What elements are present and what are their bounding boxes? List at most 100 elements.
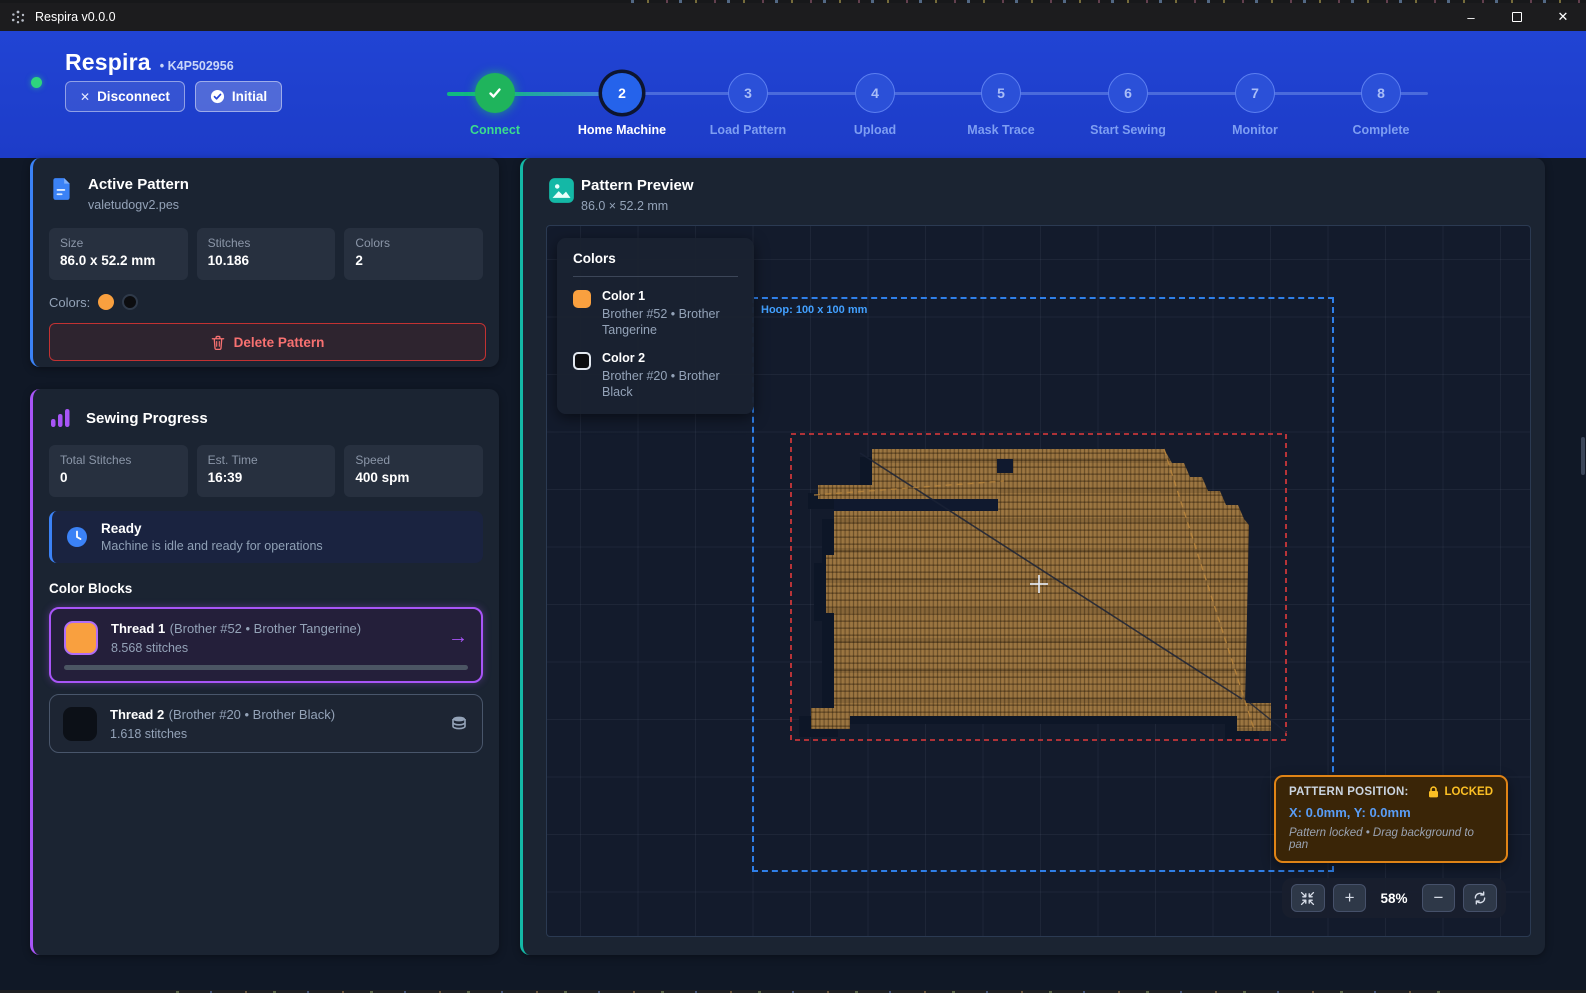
thread-1-row[interactable]: Thread 1 (Brother #52 • Brother Tangerin… <box>49 607 483 683</box>
thread-2-detail: (Brother #20 • Brother Black) <box>169 707 335 722</box>
app-header: Respira • K4P502956 ✕ Disconnect Initial <box>0 31 1586 158</box>
database-icon <box>449 714 469 734</box>
stat-colors-label: Colors <box>355 236 472 250</box>
stat-total-stitches-value: 0 <box>60 470 177 485</box>
thread-2-swatch <box>63 707 97 741</box>
legend-divider <box>573 276 738 277</box>
stat-total-stitches: Total Stitches 0 <box>49 445 188 497</box>
stat-colors: Colors 2 <box>344 228 483 280</box>
zoom-out-button[interactable]: − <box>1422 884 1456 912</box>
step-8-label: Complete <box>1311 123 1451 137</box>
window-scrollbar-thumb[interactable] <box>1581 437 1585 475</box>
app-window: Respira v0.0.0 – ✕ Respira • K4P502956 ✕… <box>0 0 1586 993</box>
pattern-preview-card: Pattern Preview 86.0 × 52.2 mm Hoop: 100… <box>520 158 1545 955</box>
zoom-toolbar: + 58% − <box>1282 878 1506 918</box>
initial-button[interactable]: Initial <box>195 81 282 112</box>
stat-speed-value: 400 spm <box>355 470 472 485</box>
legend-color2-desc: Brother #20 • Brother Black <box>602 368 738 401</box>
close-button[interactable]: ✕ <box>1540 3 1586 31</box>
step-6-label: Start Sewing <box>1058 123 1198 137</box>
lock-icon <box>1428 786 1439 798</box>
thread-1-detail: (Brother #52 • Brother Tangerine) <box>170 621 361 636</box>
zoom-in-button[interactable]: + <box>1333 884 1367 912</box>
stat-size-value: 86.0 x 52.2 mm <box>60 253 177 268</box>
minimize-button[interactable]: – <box>1448 3 1494 31</box>
active-pattern-title: Active Pattern <box>88 176 189 193</box>
delete-pattern-button[interactable]: Delete Pattern <box>49 323 486 361</box>
stat-speed: Speed 400 spm <box>344 445 483 497</box>
step-7-label: Monitor <box>1185 123 1325 137</box>
document-icon <box>49 176 75 202</box>
thread-2-stitches: 1.618 stitches <box>110 727 335 741</box>
legend-color1-name: Color 1 <box>602 289 738 303</box>
check-icon <box>486 84 504 102</box>
stat-stitches: Stitches 10.186 <box>197 228 336 280</box>
brand-title: Respira <box>65 49 151 76</box>
sewing-progress-title: Sewing Progress <box>86 410 208 427</box>
thread-2-row[interactable]: Thread 2 (Brother #20 • Brother Black) 1… <box>49 694 483 753</box>
status-title: Ready <box>101 521 323 536</box>
reset-view-button[interactable] <box>1463 884 1497 912</box>
bar-chart-icon <box>49 407 73 429</box>
step-8-circle: 8 <box>1361 73 1401 113</box>
color-swatch-orange <box>98 294 114 310</box>
disconnect-label: Disconnect <box>97 89 170 104</box>
zoom-level: 58% <box>1374 891 1413 906</box>
titlebar[interactable]: Respira v0.0.0 – ✕ <box>0 3 1586 31</box>
status-description: Machine is idle and ready for operations <box>101 539 323 553</box>
step-1-circle <box>475 73 515 113</box>
step-4-circle: 4 <box>855 73 895 113</box>
step-4-label: Upload <box>805 123 945 137</box>
active-pattern-card: Active Pattern valetudogv2.pes Size 86.0… <box>30 158 499 367</box>
step-3-label: Load Pattern <box>678 123 818 137</box>
disconnect-button[interactable]: ✕ Disconnect <box>65 81 185 112</box>
stat-est-time: Est. Time 16:39 <box>197 445 336 497</box>
step-2-label: Home Machine <box>552 123 692 137</box>
connection-status-dot <box>31 77 42 88</box>
stat-size-label: Size <box>60 236 177 250</box>
stat-size: Size 86.0 x 52.2 mm <box>49 228 188 280</box>
legend-swatch-1 <box>573 290 591 308</box>
color-blocks-heading: Color Blocks <box>49 581 483 596</box>
stat-total-stitches-label: Total Stitches <box>60 453 177 467</box>
thread-1-swatch <box>64 621 98 655</box>
step-6-circle: 6 <box>1108 73 1148 113</box>
image-icon <box>548 177 575 204</box>
colors-legend: Colors Color 1 Brother #52 • Brother Tan… <box>557 238 754 414</box>
legend-color2-name: Color 2 <box>602 351 738 365</box>
maximize-button[interactable] <box>1494 3 1540 31</box>
sewing-progress-card: Sewing Progress Total Stitches 0 Est. Ti… <box>30 389 499 955</box>
pattern-dimensions: 86.0 × 52.2 mm <box>581 199 668 213</box>
legend-color1-desc: Brother #52 • Brother Tangerine <box>602 306 738 339</box>
stat-est-time-value: 16:39 <box>208 470 325 485</box>
stat-speed-label: Speed <box>355 453 472 467</box>
compress-icon <box>1299 890 1316 907</box>
color-swatch-black <box>122 294 138 310</box>
pattern-position-label: PATTERN POSITION: <box>1289 786 1409 798</box>
check-circle-icon <box>210 89 225 104</box>
legend-swatch-2 <box>573 352 591 370</box>
legend-item-color1: Color 1 Brother #52 • Brother Tangerine <box>573 289 738 339</box>
trash-icon <box>211 335 225 350</box>
legend-title: Colors <box>573 251 738 266</box>
thread-2-name: Thread 2 <box>110 707 164 722</box>
locked-badge: LOCKED <box>1444 786 1493 798</box>
step-5-circle: 5 <box>981 73 1021 113</box>
step-3-circle: 3 <box>728 73 768 113</box>
clock-icon <box>66 526 88 548</box>
fit-to-view-button[interactable] <box>1291 884 1325 912</box>
initial-label: Initial <box>232 89 267 104</box>
preview-canvas[interactable]: Hoop: 100 x 100 mm <box>546 225 1531 937</box>
workflow-stepper: Connect 2 Home Machine 3 Load Pattern 4 … <box>435 45 1495 145</box>
maximize-icon <box>1512 12 1522 22</box>
arrow-right-icon: → <box>448 626 468 649</box>
thread-1-progress-bar <box>64 665 468 670</box>
step-7-circle: 7 <box>1235 73 1275 113</box>
center-crosshair-icon <box>1030 575 1048 593</box>
machine-serial: • K4P502956 <box>160 59 234 73</box>
stat-stitches-label: Stitches <box>208 236 325 250</box>
colors-label: Colors: <box>49 295 90 310</box>
pattern-position-hint: Pattern locked • Drag background to pan <box>1289 827 1493 851</box>
step-1-label: Connect <box>425 123 565 137</box>
pattern-filename: valetudogv2.pes <box>88 198 189 212</box>
